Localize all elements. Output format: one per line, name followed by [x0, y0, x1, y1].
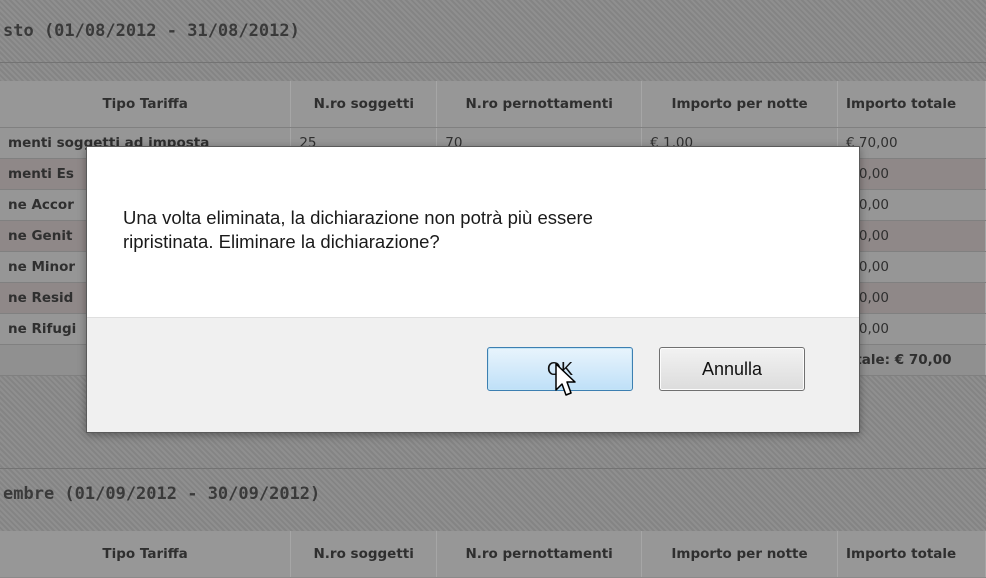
dialog-divider [87, 317, 859, 318]
dialog-message: Una volta eliminata, la dichiarazione no… [123, 206, 743, 254]
confirm-delete-dialog: Una volta eliminata, la dichiarazione no… [86, 146, 860, 433]
cancel-button[interactable]: Annulla [659, 347, 805, 391]
mouse-pointer-icon [555, 363, 576, 396]
dialog-message-area: Una volta eliminata, la dichiarazione no… [87, 147, 859, 317]
dialog-message-line2: ripristinata. Eliminare la dichiarazione… [123, 231, 440, 252]
dialog-message-line1: Una volta eliminata, la dichiarazione no… [123, 207, 593, 228]
